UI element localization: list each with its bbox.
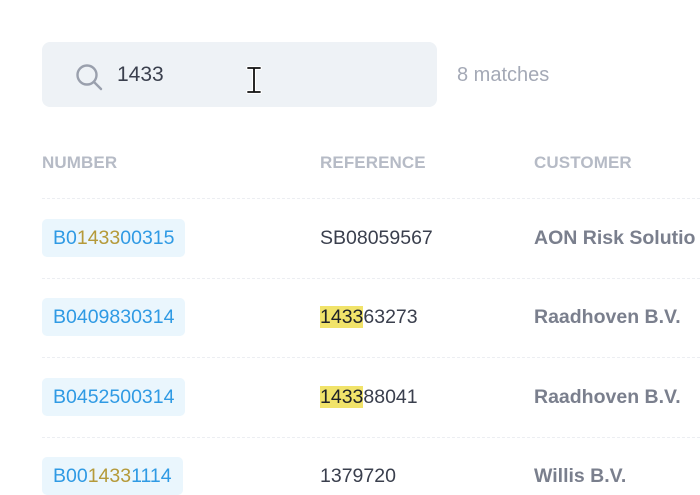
number-match-highlight: 1433: [87, 465, 132, 487]
number-text: 00315: [120, 227, 175, 249]
reference-cell: 143388041: [320, 384, 418, 410]
column-header-customer[interactable]: CUSTOMER: [534, 152, 632, 174]
reference-match-highlight: 1433: [320, 306, 364, 328]
search-icon: [76, 64, 103, 91]
reference-cell: 1379720: [320, 463, 396, 489]
reference-text: 88041: [363, 386, 418, 408]
number-text: B00: [53, 465, 88, 487]
column-header-number[interactable]: NUMBER: [42, 152, 117, 174]
text-cursor-icon: [246, 66, 262, 94]
reference-text: 63273: [363, 306, 418, 328]
invoice-number-link[interactable]: B0409830314: [42, 298, 186, 336]
row-divider: [42, 437, 700, 438]
row-divider: [42, 198, 700, 199]
reference-text: 1379720: [320, 465, 396, 487]
invoice-number-link[interactable]: B0143300315: [42, 219, 186, 257]
row-divider: [42, 278, 700, 279]
customer-cell: AON Risk Solutio: [534, 227, 696, 249]
customer-cell: Willis B.V.: [534, 465, 627, 487]
reference-match-highlight: 1433: [320, 386, 364, 408]
reference-cell: 143363273: [320, 304, 418, 330]
customer-cell: Raadhoven B.V.: [534, 386, 681, 408]
number-text: B0452500314: [53, 386, 175, 408]
row-divider: [42, 357, 700, 358]
customer-cell: Raadhoven B.V.: [534, 306, 681, 328]
reference-text: SB08059567: [320, 227, 433, 249]
reference-cell: SB08059567: [320, 225, 433, 251]
number-text: B0: [53, 227, 77, 249]
invoice-number-link[interactable]: B0014331114: [42, 457, 183, 495]
number-text: B0409830314: [53, 306, 175, 328]
number-text: 1114: [131, 465, 172, 487]
column-header-reference[interactable]: REFERENCE: [320, 152, 426, 174]
invoice-number-link[interactable]: B0452500314: [42, 378, 186, 416]
match-count: 8 matches: [457, 64, 550, 86]
number-match-highlight: 1433: [76, 227, 121, 249]
